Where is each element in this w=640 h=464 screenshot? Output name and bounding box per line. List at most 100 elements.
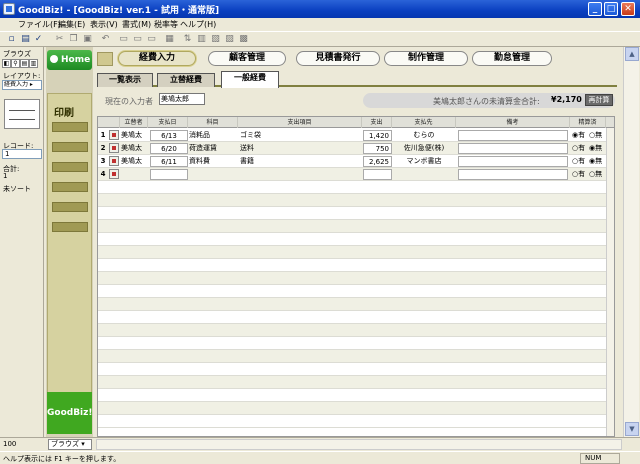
settled-no-radio[interactable]: ○無 [589,131,602,140]
amount-cell[interactable] [363,169,392,180]
settings-icon[interactable]: ▩ [238,34,249,45]
print-option-button[interactable] [52,142,88,152]
amount-cell[interactable]: 1,420 [363,130,392,141]
filter-icon[interactable]: ▥ [196,34,207,45]
minimize-button[interactable]: _ [588,2,602,16]
inputter-field[interactable]: 美鳩太郎 [159,93,205,105]
menu-tax[interactable]: 税率等 [154,19,178,30]
date-cell[interactable]: 6/11 [150,156,188,167]
print-option-button[interactable] [52,122,88,132]
payer-cell[interactable]: 美鳩太 [121,156,148,167]
row-detail-icon[interactable] [109,143,119,153]
print-option-button[interactable] [52,202,88,212]
payer-cell[interactable]: 美鳩太 [121,143,148,154]
browse-mode-icon[interactable]: ◧ [2,59,11,68]
menu-file[interactable]: ファイル(F) [18,19,61,30]
settled-no-radio[interactable]: ◉無 [589,144,602,153]
delete-record-icon[interactable]: ▭ [146,34,157,45]
date-cell[interactable]: 6/20 [150,143,188,154]
home-button[interactable]: Home [47,50,92,70]
subtab-reimbursed[interactable]: 立替経費 [157,73,215,87]
menu-edit[interactable]: 編集(E) [58,19,85,30]
menu-view[interactable]: 表示(V) [90,19,118,30]
print-option-button[interactable] [52,182,88,192]
scroll-down-icon[interactable]: ▼ [625,422,639,436]
payee-cell[interactable]: むらの [393,130,455,141]
account-cell[interactable]: 消耗品 [189,130,237,141]
title-bar[interactable]: GoodBiz! - [GoodBiz! ver.1 - 試用・通常版] _ □… [0,0,640,18]
table-row[interactable]: 4 ○有 ○無 [98,168,614,181]
spellcheck-icon[interactable]: ✓ [33,34,44,45]
layout-mode-icon[interactable]: ▤ [20,59,29,68]
item-cell[interactable]: 送料 [240,143,360,154]
maximize-button[interactable]: □ [604,2,618,16]
item-cell[interactable]: ゴミ袋 [240,130,360,141]
row-detail-icon[interactable] [109,156,119,166]
tab-expense-input[interactable]: 経費入力 [118,51,196,66]
scroll-up-icon[interactable]: ▲ [625,47,639,61]
amount-cell[interactable]: 750 [363,143,392,154]
settled-no-radio[interactable]: ◉無 [589,157,602,166]
date-cell[interactable] [150,169,188,180]
preview-mode-icon[interactable]: ▥ [29,59,38,68]
record-number-input[interactable]: 1 [2,149,42,159]
paste-icon[interactable]: ▣ [82,34,93,45]
layout-select[interactable]: 経費入力 ▸ [2,80,42,90]
item-cell[interactable] [240,169,360,180]
menu-format[interactable]: 書式(M) [122,19,151,30]
row-detail-icon[interactable] [109,169,119,179]
table-row[interactable]: 3 美鳩太 6/11 資料費 書籍 2,625 マンボ書店 ○有 ◉無 [98,155,614,168]
cut-icon[interactable]: ✂ [54,34,65,45]
table-row[interactable]: 2 美鳩太 6/20 荷造運賃 送料 750 佐川急便(株) ○有 ◉無 [98,142,614,155]
print-icon[interactable]: ▤ [20,34,31,45]
note-cell[interactable] [458,169,568,180]
print-option-button[interactable] [52,222,88,232]
date-cell[interactable]: 6/13 [150,130,188,141]
amount-cell[interactable]: 2,625 [363,156,392,167]
duplicate-icon[interactable]: ▭ [132,34,143,45]
zoom-level[interactable]: 100 [3,440,16,448]
find-mode-icon[interactable]: ⚲ [11,59,20,68]
record-book-icon[interactable] [4,99,40,129]
account-cell[interactable]: 資料費 [189,156,237,167]
close-button[interactable]: ✕ [621,2,635,16]
settled-no-radio[interactable]: ○無 [589,170,602,179]
note-cell[interactable] [458,143,568,154]
find-icon[interactable]: ▦ [164,34,175,45]
sort-icon[interactable]: ⇅ [182,34,193,45]
tab-customer[interactable]: 顧客管理 [208,51,286,66]
table-row[interactable]: 1 美鳩太 6/13 消耗品 ゴミ袋 1,420 むらの ◉有 ○無 [98,129,614,142]
settled-yes-radio[interactable]: ◉有 [572,131,585,140]
horizontal-scrollbar[interactable] [96,439,622,450]
layout-icon[interactable]: ▧ [210,34,221,45]
payer-cell[interactable]: 美鳩太 [121,130,148,141]
payee-cell[interactable] [393,169,455,180]
undo-icon[interactable]: ↶ [100,34,111,45]
settled-yes-radio[interactable]: ○有 [572,170,585,179]
copy-icon[interactable]: ❐ [68,34,79,45]
tab-production[interactable]: 制作管理 [384,51,468,66]
subtab-list[interactable]: 一覧表示 [97,73,153,87]
settled-yes-radio[interactable]: ○有 [572,157,585,166]
item-cell[interactable]: 書籍 [240,156,360,167]
preview-icon[interactable]: ▨ [224,34,235,45]
payer-cell[interactable] [121,169,148,180]
new-record-icon[interactable]: ▭ [118,34,129,45]
payee-cell[interactable]: マンボ書店 [393,156,455,167]
vertical-scrollbar[interactable]: ▲ ▼ [623,47,639,437]
payee-cell[interactable]: 佐川急便(株) [393,143,455,154]
table-scrollbar[interactable] [606,128,614,436]
new-icon[interactable]: ▫ [6,34,17,45]
note-cell[interactable] [458,130,568,141]
menu-help[interactable]: ヘルプ(H) [180,19,216,30]
mode-select[interactable]: ブラウズ ▾ [48,439,92,450]
print-option-button[interactable] [52,162,88,172]
settled-yes-radio[interactable]: ○有 [572,144,585,153]
tab-estimate[interactable]: 見積書発行 [296,51,380,66]
subtab-general[interactable]: 一般経費 [221,71,279,88]
recalc-button[interactable]: 再計算 [585,94,613,106]
row-detail-icon[interactable] [109,130,119,140]
account-cell[interactable]: 荷造運賃 [189,143,237,154]
note-cell[interactable] [458,156,568,167]
tab-attendance[interactable]: 勤怠管理 [472,51,552,66]
